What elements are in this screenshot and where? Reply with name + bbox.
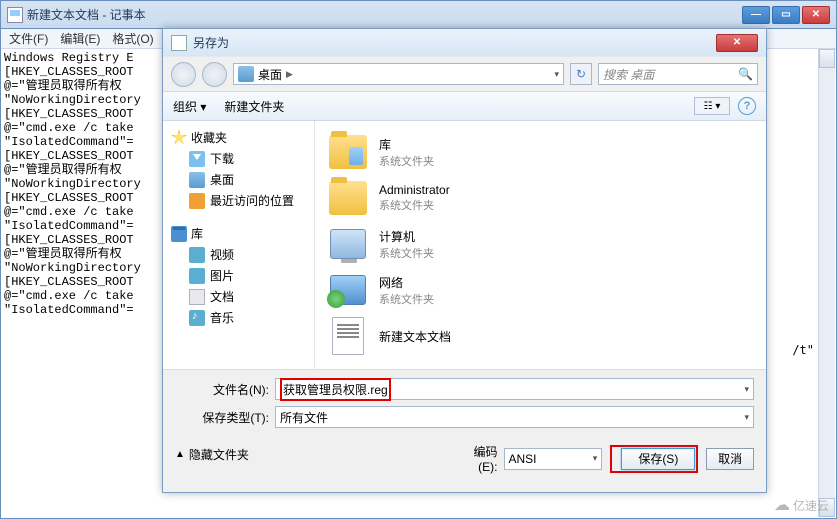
breadcrumb[interactable]: 桌面 ▶ ▾	[233, 63, 564, 85]
cancel-button[interactable]: 取消	[706, 448, 754, 470]
search-input[interactable]: 搜索 桌面 🔍	[598, 63, 758, 85]
document-icon	[189, 289, 205, 305]
trailing-text: /t"	[792, 343, 814, 357]
library-folder-icon	[329, 135, 367, 169]
notepad-scrollbar[interactable]	[818, 49, 835, 517]
refresh-button[interactable]: ↻	[570, 63, 592, 85]
sidebar-item-music[interactable]: 音乐	[167, 307, 310, 328]
breadcrumb-dropdown-icon[interactable]: ▾	[554, 69, 559, 80]
dialog-title: 另存为	[193, 34, 229, 51]
chevron-right-icon: ▶	[286, 69, 293, 80]
picture-icon	[189, 268, 205, 284]
close-button[interactable]: ✕	[802, 6, 830, 24]
list-item[interactable]: 新建文本文档	[323, 313, 758, 359]
notepad-icon	[7, 7, 23, 23]
list-item[interactable]: 网络系统文件夹	[323, 267, 758, 313]
dropdown-icon[interactable]: ▾	[744, 412, 749, 423]
menu-edit[interactable]: 编辑(E)	[60, 30, 100, 47]
filename-highlight: 获取管理员权限.reg	[280, 378, 391, 401]
video-icon	[189, 247, 205, 263]
help-icon[interactable]: ?	[738, 97, 756, 115]
filetype-select[interactable]: 所有文件 ▾	[275, 406, 754, 428]
notepad-titlebar[interactable]: 新建文本文档 - 记事本 — ▭ ✕	[1, 1, 836, 29]
computer-icon	[330, 229, 366, 259]
sidebar-item-desktop[interactable]: 桌面	[167, 169, 310, 190]
save-button-highlight: 保存(S)	[610, 445, 698, 473]
sidebar-item-videos[interactable]: 视频	[167, 244, 310, 265]
user-folder-icon	[329, 181, 367, 215]
menu-format[interactable]: 格式(O)	[112, 30, 153, 47]
sidebar-item-recent[interactable]: 最近访问的位置	[167, 190, 310, 211]
library-icon	[171, 226, 187, 242]
new-folder-button[interactable]: 新建文件夹	[224, 98, 284, 115]
star-icon	[171, 130, 187, 146]
cloud-icon: ☁	[774, 495, 790, 515]
menu-file[interactable]: 文件(F)	[9, 30, 48, 47]
text-file-icon	[332, 317, 364, 355]
filename-input[interactable]: 获取管理员权限.reg ▾	[275, 378, 754, 400]
nav-back-button[interactable]	[171, 62, 196, 87]
nav-forward-button[interactable]	[202, 62, 227, 87]
network-icon	[330, 275, 366, 305]
filetype-label: 保存类型(T):	[175, 409, 275, 426]
dropdown-icon[interactable]: ▾	[744, 384, 749, 395]
filename-label: 文件名(N):	[175, 381, 275, 398]
recent-icon	[189, 193, 205, 209]
encoding-label: 编码(E):	[455, 443, 504, 474]
download-icon	[189, 151, 205, 167]
toolbar: 组织 ▾ 新建文件夹 ☷ ▾ ?	[163, 91, 766, 121]
dropdown-icon[interactable]: ▾	[593, 453, 598, 464]
list-item[interactable]: 计算机系统文件夹	[323, 221, 758, 267]
search-icon: 🔍	[738, 67, 753, 81]
dialog-icon	[171, 35, 187, 51]
desktop-icon	[238, 66, 254, 82]
watermark: ☁ 亿速云	[774, 495, 829, 515]
sidebar-item-documents[interactable]: 文档	[167, 286, 310, 307]
search-placeholder: 搜索 桌面	[603, 66, 654, 83]
dialog-bottom: 文件名(N): 获取管理员权限.reg ▾ 保存类型(T): 所有文件 ▾ ▲ …	[163, 369, 766, 484]
dialog-titlebar[interactable]: 另存为 ✕	[163, 29, 766, 57]
nav-area: 桌面 ▶ ▾ ↻ 搜索 桌面 🔍	[163, 57, 766, 91]
sidebar-favorites-header[interactable]: 收藏夹	[167, 127, 310, 148]
view-options-button[interactable]: ☷ ▾	[694, 97, 730, 115]
sidebar-item-downloads[interactable]: 下载	[167, 148, 310, 169]
maximize-button[interactable]: ▭	[772, 6, 800, 24]
file-list[interactable]: 库系统文件夹 Administrator系统文件夹 计算机系统文件夹 网络系统文…	[315, 121, 766, 369]
breadcrumb-location: 桌面	[258, 66, 282, 83]
sidebar: 收藏夹 下载 桌面 最近访问的位置 库 视频 图片 文档 音乐	[163, 121, 315, 369]
dialog-close-button[interactable]: ✕	[716, 34, 758, 52]
encoding-select[interactable]: ANSI ▾	[504, 448, 603, 470]
sidebar-item-pictures[interactable]: 图片	[167, 265, 310, 286]
organize-menu[interactable]: 组织 ▾	[173, 98, 206, 115]
sidebar-libraries-header[interactable]: 库	[167, 223, 310, 244]
list-item[interactable]: 库系统文件夹	[323, 129, 758, 175]
list-item[interactable]: Administrator系统文件夹	[323, 175, 758, 221]
save-as-dialog: 另存为 ✕ 桌面 ▶ ▾ ↻ 搜索 桌面 🔍 组织 ▾ 新建文件夹 ☷ ▾ ? …	[162, 28, 767, 493]
notepad-title: 新建文本文档 - 记事本	[27, 6, 146, 23]
music-icon	[189, 310, 205, 326]
desktop-icon	[189, 172, 205, 188]
save-button[interactable]: 保存(S)	[621, 448, 695, 470]
minimize-button[interactable]: —	[742, 6, 770, 24]
chevron-up-icon: ▲	[175, 449, 185, 460]
